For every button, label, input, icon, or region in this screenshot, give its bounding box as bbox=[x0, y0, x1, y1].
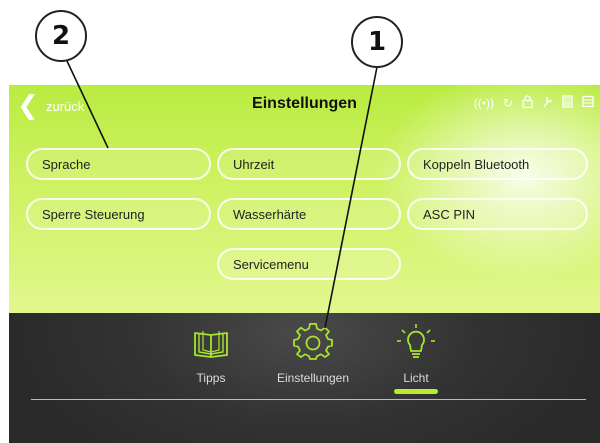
nav-licht-label: Licht bbox=[403, 371, 429, 385]
gear-icon bbox=[293, 323, 333, 360]
battery-icon bbox=[582, 95, 594, 111]
bottom-nav: Tipps Einstellungen Licht bbox=[9, 313, 600, 443]
sync-icon: ↻ bbox=[502, 96, 513, 110]
koppeln-bluetooth-button[interactable]: Koppeln Bluetooth bbox=[407, 148, 588, 180]
wrench-icon bbox=[542, 95, 553, 111]
status-bar: ((•)) ↻ bbox=[474, 95, 594, 111]
nav-tipps-label: Tipps bbox=[196, 371, 226, 385]
sprache-button[interactable]: Sprache bbox=[26, 148, 211, 180]
lock-icon bbox=[522, 95, 533, 111]
uhrzeit-button[interactable]: Uhrzeit bbox=[217, 148, 401, 180]
settings-panel: ❮ zurück Einstellungen ((•)) ↻ Sprache U… bbox=[9, 85, 600, 313]
callout-1: 1 bbox=[351, 16, 403, 68]
asc-pin-button[interactable]: ASC PIN bbox=[407, 198, 588, 230]
nav-tipps[interactable]: Tipps bbox=[156, 323, 266, 385]
divider bbox=[31, 399, 586, 400]
sperre-steuerung-button[interactable]: Sperre Steuerung bbox=[26, 198, 211, 230]
nav-einstellungen-label: Einstellungen bbox=[276, 371, 350, 385]
wasserhaerte-button[interactable]: Wasserhärte bbox=[217, 198, 401, 230]
callout-2: 2 bbox=[35, 10, 87, 62]
wireless-icon: ((•)) bbox=[473, 96, 494, 110]
nav-einstellungen[interactable]: Einstellungen bbox=[258, 323, 368, 385]
servicemenu-button[interactable]: Servicemenu bbox=[217, 248, 401, 280]
lightbulb-icon bbox=[397, 324, 435, 358]
device-icon bbox=[562, 95, 573, 111]
nav-licht[interactable]: Licht bbox=[361, 323, 471, 385]
active-tab-indicator bbox=[394, 389, 438, 394]
book-icon bbox=[194, 331, 228, 358]
